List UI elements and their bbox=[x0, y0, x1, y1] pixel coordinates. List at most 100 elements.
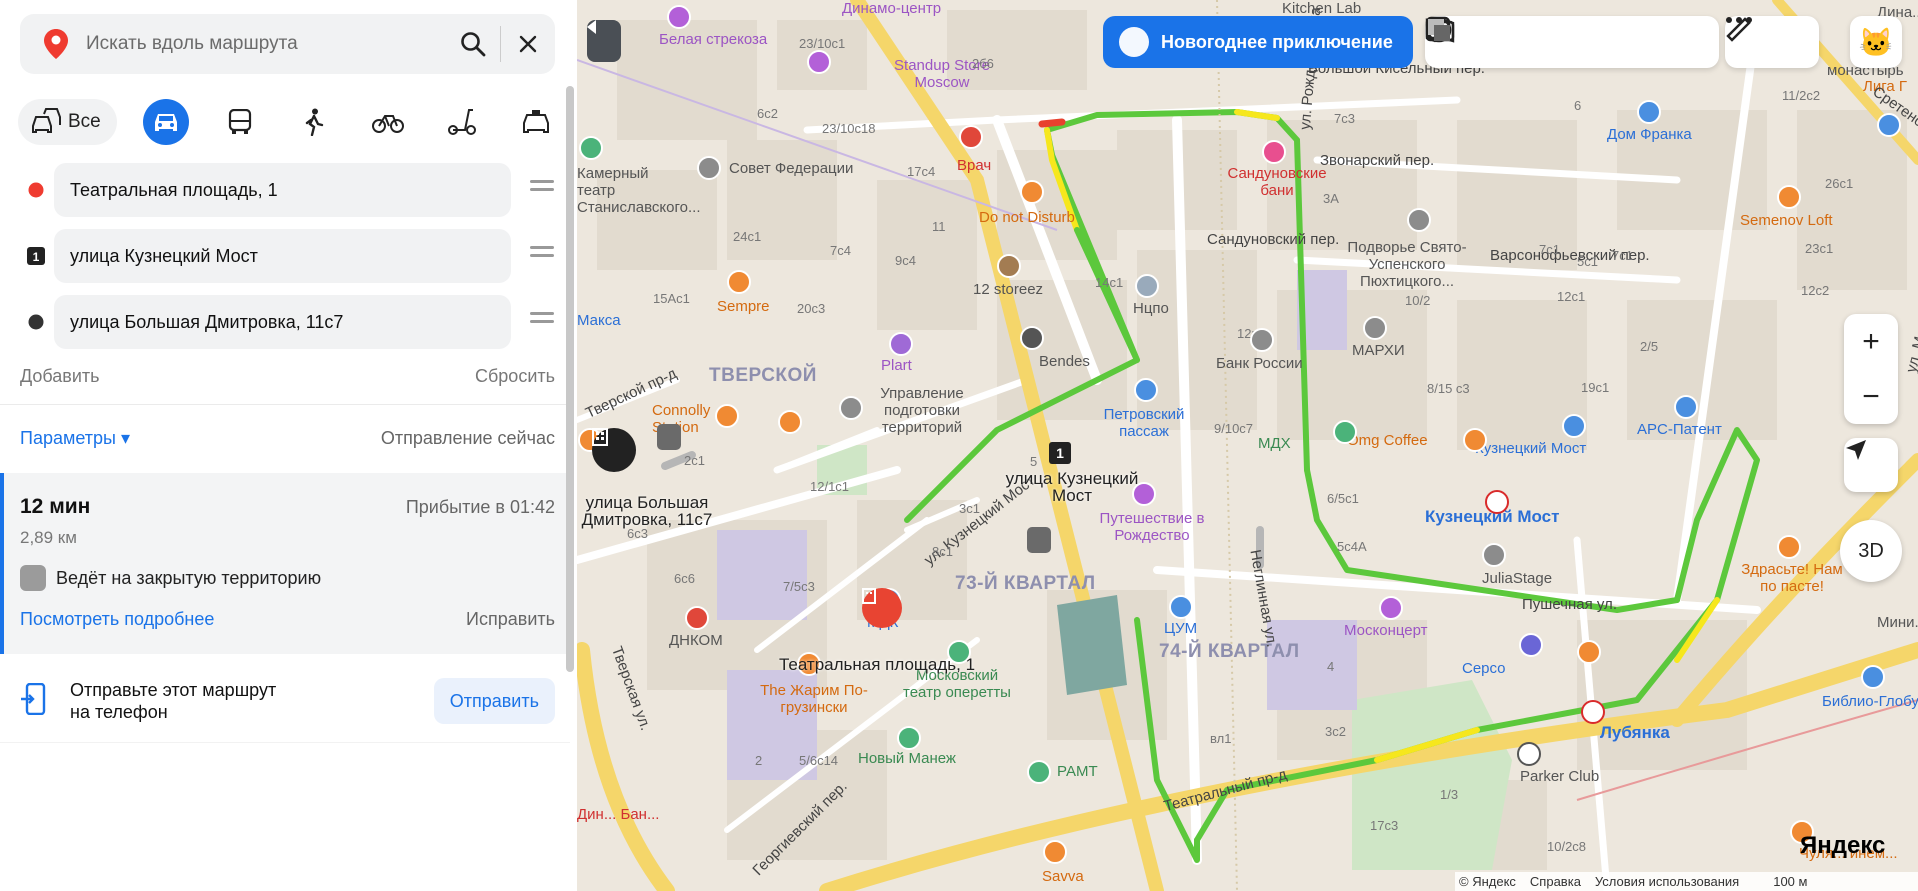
flag-icon[interactable] bbox=[839, 396, 863, 420]
poi-label[interactable]: Do not Disturb bbox=[979, 209, 1075, 226]
museum-icon[interactable] bbox=[1333, 420, 1357, 444]
route-details-link[interactable]: Посмотреть подробнее bbox=[20, 609, 214, 630]
lab-icon[interactable] bbox=[685, 606, 709, 630]
poi-label[interactable]: Петровский пассаж bbox=[1094, 406, 1194, 440]
barrier-icon[interactable] bbox=[657, 424, 681, 450]
poi-icon[interactable] bbox=[667, 5, 691, 29]
poi-label[interactable]: Новый Манеж bbox=[858, 750, 956, 767]
poi-label[interactable]: МАРХИ bbox=[1352, 342, 1405, 359]
poi-label[interactable]: Omg Coffee bbox=[1347, 432, 1428, 449]
mode-taxi-button[interactable] bbox=[513, 99, 559, 145]
my-location-button[interactable] bbox=[1844, 438, 1898, 492]
poi-label[interactable]: Здрасьте! Нам по пасте! bbox=[1732, 561, 1852, 595]
zoom-in-button[interactable]: + bbox=[1844, 314, 1898, 369]
club-icon[interactable] bbox=[1517, 742, 1541, 766]
cafe-icon[interactable] bbox=[1020, 180, 1044, 204]
poi-label[interactable]: Bendes bbox=[1039, 353, 1090, 370]
poi-label[interactable]: Дин... Бан... bbox=[577, 806, 659, 823]
poi-label[interactable]: JuliaStage bbox=[1482, 570, 1552, 587]
departure-time-button[interactable]: Отправление сейчас bbox=[381, 428, 555, 449]
parameters-dropdown[interactable]: Параметры ▾ bbox=[20, 428, 130, 449]
drag-handle-icon[interactable] bbox=[530, 180, 554, 200]
bar-icon[interactable] bbox=[715, 404, 739, 428]
search-input[interactable]: Искать вдоль маршрута bbox=[86, 33, 446, 55]
shop-icon[interactable] bbox=[1877, 113, 1901, 137]
mode-walk-button[interactable] bbox=[291, 99, 337, 145]
poi-label[interactable]: Динамо-центр bbox=[842, 0, 941, 17]
start-pin[interactable] bbox=[862, 588, 902, 628]
poi-label[interactable]: Semenov Loft bbox=[1740, 212, 1833, 229]
waypoint-marker[interactable]: 1 bbox=[1049, 442, 1071, 464]
zoom-out-button[interactable]: − bbox=[1844, 369, 1898, 424]
close-icon[interactable] bbox=[501, 14, 555, 74]
waypoint-1[interactable]: 1 улица Кузнецкий Мост bbox=[20, 229, 554, 283]
poi-label[interactable]: Kitchen Lab bbox=[1282, 0, 1361, 17]
poi-label[interactable]: Sempre bbox=[717, 298, 770, 315]
barrier-icon[interactable] bbox=[1027, 527, 1051, 553]
metro-icon[interactable] bbox=[1485, 490, 1509, 514]
poi-label[interactable]: Мини... bbox=[1877, 614, 1918, 631]
metro-station-label[interactable]: Лубянка bbox=[1600, 724, 1670, 741]
add-waypoint-button[interactable]: Добавить bbox=[20, 366, 100, 387]
metro-icon[interactable] bbox=[1581, 700, 1605, 724]
shop-icon[interactable] bbox=[1134, 378, 1158, 402]
poi-label[interactable]: Кузнецкий Мост bbox=[1475, 440, 1586, 457]
poi-label[interactable]: APC-Патент bbox=[1637, 421, 1722, 438]
help-link[interactable]: Справка bbox=[1530, 874, 1581, 889]
cafe-icon[interactable] bbox=[1463, 428, 1487, 452]
shop-icon[interactable] bbox=[889, 332, 913, 356]
mode-scooter-button[interactable] bbox=[439, 99, 485, 145]
poi-label[interactable]: Банк России bbox=[1216, 355, 1303, 372]
restaurant-icon[interactable] bbox=[727, 270, 751, 294]
shop-icon[interactable] bbox=[1519, 633, 1543, 657]
education-icon[interactable] bbox=[1135, 274, 1159, 298]
shop-icon[interactable] bbox=[1020, 326, 1044, 350]
search-icon[interactable] bbox=[446, 14, 500, 74]
museum-icon[interactable] bbox=[897, 726, 921, 750]
poi-label[interactable]: РАМТ bbox=[1057, 763, 1098, 780]
mode-car-button[interactable] bbox=[142, 99, 189, 145]
poi-label[interactable]: ДНКОМ bbox=[669, 632, 723, 649]
poi-label[interactable]: Нцпо bbox=[1133, 300, 1169, 317]
poi-label[interactable]: Plart bbox=[881, 357, 912, 374]
spa-icon[interactable] bbox=[1262, 140, 1286, 164]
waypoint-1-input[interactable]: улица Кузнецкий Мост bbox=[54, 229, 511, 283]
cafe-icon[interactable] bbox=[1043, 840, 1067, 864]
poi-label[interactable]: Подворье Свято-Успенского Пюхтицкого... bbox=[1342, 239, 1472, 290]
theatre-icon[interactable] bbox=[579, 136, 603, 160]
waypoint-end[interactable]: улица Большая Дмитровка, 11с7 bbox=[20, 295, 554, 349]
restaurant-icon[interactable] bbox=[778, 410, 802, 434]
poi-label[interactable]: Savva bbox=[1042, 868, 1084, 885]
mode-transit-button[interactable] bbox=[217, 99, 263, 145]
mode-bike-button[interactable] bbox=[365, 99, 411, 145]
theatre-icon[interactable] bbox=[1027, 760, 1051, 784]
shop-icon[interactable] bbox=[1637, 100, 1661, 124]
map-canvas[interactable]: ТВЕРСКОЙ 73-Й КВАРТАЛ 74-Й КВАРТАЛ Белая… bbox=[577, 0, 1918, 891]
education-icon[interactable] bbox=[1482, 543, 1506, 567]
mode-all-button[interactable]: Все bbox=[18, 99, 117, 145]
waypoint-start-input[interactable]: Театральная площадь, 1 bbox=[54, 163, 511, 217]
poi-label[interactable]: Сандуновские бани bbox=[1217, 165, 1337, 199]
bookstore-icon[interactable] bbox=[1861, 665, 1885, 689]
poi-label[interactable]: Путешествие в Рождество bbox=[1097, 510, 1207, 544]
poi-label[interactable]: Дом Франка bbox=[1607, 126, 1692, 143]
user-avatar[interactable]: 🐱 bbox=[1850, 16, 1902, 68]
layers-icon[interactable] bbox=[1425, 16, 1453, 44]
route-option-card[interactable]: 12 мин Прибытие в 01:42 2,89 км Ведёт на… bbox=[0, 473, 566, 654]
shop-icon[interactable] bbox=[1674, 395, 1698, 419]
poi-label[interactable]: Белая стрекоза bbox=[659, 31, 767, 48]
terms-link[interactable]: Условия использования bbox=[1595, 874, 1739, 889]
waypoint-end-input[interactable]: улица Большая Дмитровка, 11с7 bbox=[54, 295, 511, 349]
church-icon[interactable] bbox=[1407, 208, 1431, 232]
hospital-icon[interactable] bbox=[959, 125, 983, 149]
poi-label[interactable]: Совет Федерации bbox=[729, 160, 853, 177]
poi-label[interactable]: Управление подготовки территорий bbox=[867, 385, 977, 436]
poi-label[interactable]: ЦУМ bbox=[1164, 620, 1197, 637]
flag-icon[interactable] bbox=[1250, 328, 1274, 352]
poi-label[interactable]: Библио-Глобус bbox=[1822, 693, 1918, 710]
poi-label[interactable]: Макса bbox=[577, 312, 621, 329]
more-icon[interactable] bbox=[1725, 16, 1753, 24]
promo-banner[interactable]: Новогоднее приключение bbox=[1103, 16, 1413, 68]
send-button[interactable]: Отправить bbox=[433, 678, 555, 724]
clothes-icon[interactable] bbox=[1169, 595, 1193, 619]
